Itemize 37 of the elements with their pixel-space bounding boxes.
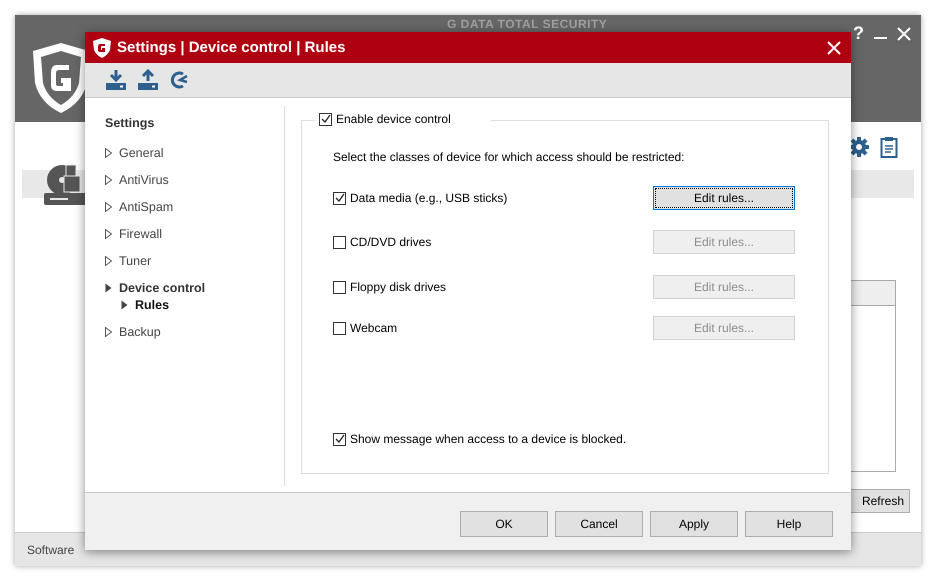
sidebar-heading: Settings (105, 116, 156, 130)
checkbox[interactable] (333, 192, 346, 204)
checkbox[interactable] (333, 432, 346, 446)
reset-icon[interactable] (169, 69, 189, 91)
checkbox-label: Data media (e.g., USB sticks) (350, 191, 508, 205)
sidebar-item[interactable]: Firewall (119, 226, 162, 240)
close-icon[interactable] (827, 40, 841, 54)
dialog-button[interactable]: Cancel (555, 510, 643, 536)
dialog-title: Settings | Device control | Rules (117, 39, 346, 56)
checkbox-label: Floppy disk drives (350, 280, 446, 294)
upload-icon[interactable] (137, 69, 159, 91)
sidebar-item[interactable]: Device control (119, 280, 206, 294)
sidebar-item[interactable]: Rules (135, 298, 170, 312)
dialog-button[interactable]: Apply (650, 510, 738, 536)
expanded-arrow-icon (121, 300, 128, 310)
sidebar-item[interactable]: Tuner (119, 254, 152, 268)
sidebar-item[interactable]: AntiSpam (119, 200, 174, 214)
checkbox[interactable] (333, 236, 346, 248)
checkbox[interactable] (333, 280, 346, 294)
checkbox-label: Webcam (350, 321, 398, 335)
checkbox-label: Show message when access to a device is blocked. (350, 432, 626, 446)
sidebar-item[interactable]: General (119, 146, 164, 160)
sidebar-item[interactable]: Backup (119, 324, 161, 338)
checkbox[interactable] (333, 322, 346, 334)
checkbox[interactable] (319, 112, 332, 126)
help-button[interactable]: ? (853, 23, 864, 44)
window-title: G DATA TOTAL SECURITY (447, 17, 608, 31)
checkbox-label: Enable device control (336, 112, 451, 126)
edit-rules-button[interactable]: Edit rules... (653, 186, 795, 210)
instruction-text: Select the classes of device for which access should be restricted: (333, 150, 686, 164)
checkbox-label: CD/DVD drives (350, 235, 432, 249)
clipboard-icon[interactable] (880, 136, 898, 158)
close-icon[interactable] (897, 26, 911, 40)
download-icon[interactable] (105, 69, 127, 91)
sidebar-item[interactable]: AntiVirus (119, 172, 169, 186)
dialog-button[interactable]: Help (745, 510, 833, 536)
dialog-button[interactable]: OK (460, 510, 548, 536)
